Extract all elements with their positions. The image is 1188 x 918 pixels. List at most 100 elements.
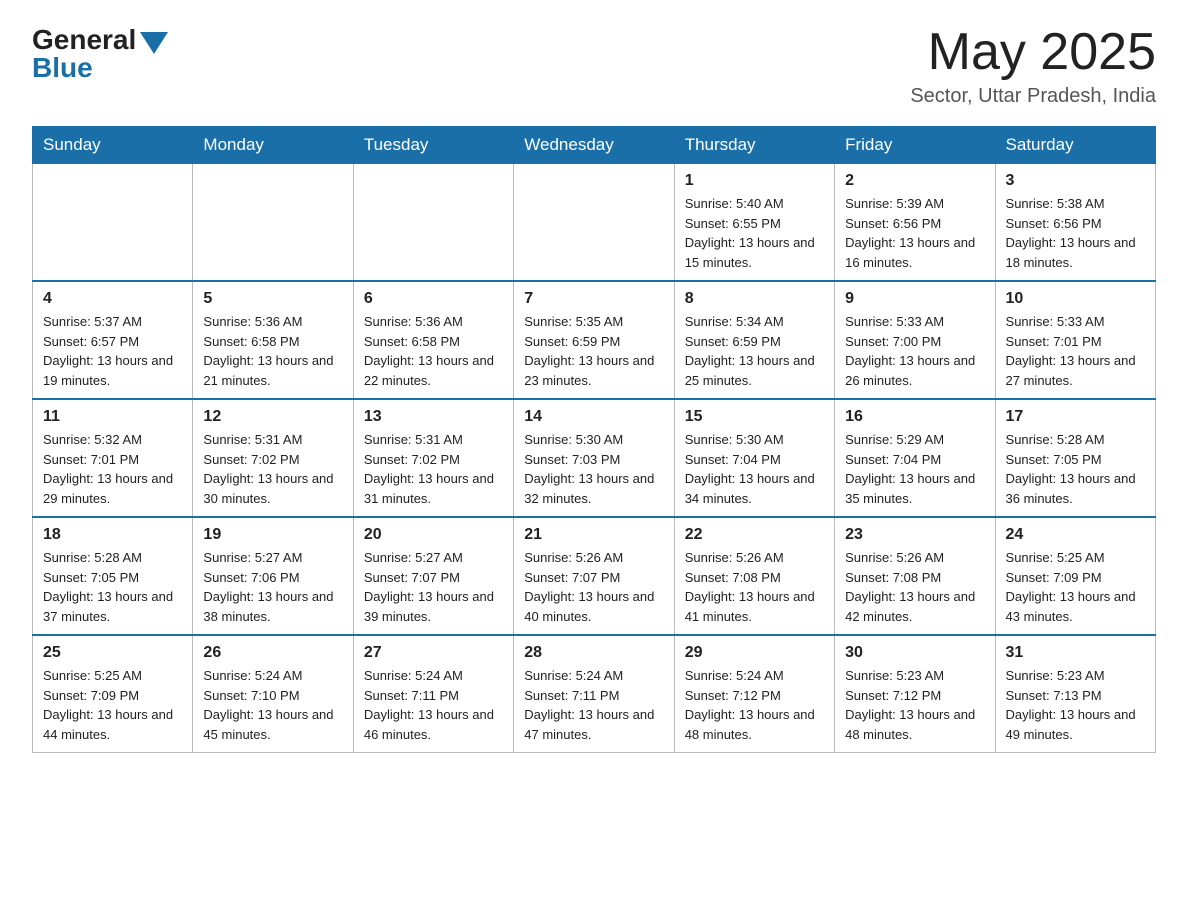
cell-sun-info: Sunrise: 5:26 AMSunset: 7:08 PMDaylight:… — [685, 548, 824, 626]
cell-day-number: 12 — [203, 408, 342, 426]
table-row: 24 Sunrise: 5:25 AMSunset: 7:09 PMDayligh… — [995, 517, 1155, 635]
cell-day-number: 4 — [43, 290, 182, 308]
cell-day-number: 31 — [1006, 644, 1145, 662]
col-tuesday: Tuesday — [353, 127, 513, 164]
table-row: 12Sunrise: 5:31 AMSunset: 7:02 PMDayligh… — [193, 399, 353, 517]
cell-sun-info: Sunrise: 5:37 AMSunset: 6:57 PMDaylight:… — [43, 312, 182, 390]
cell-day-number: 1 — [685, 172, 824, 190]
table-row — [193, 164, 353, 282]
table-row: 15Sunrise: 5:30 AMSunset: 7:04 PMDayligh… — [674, 399, 834, 517]
cell-sun-info: Sunrise: 5:38 AMSunset: 6:56 PMDaylight:… — [1006, 194, 1145, 272]
cell-sun-info: Sunrise: 5:33 AMSunset: 7:01 PMDaylight:… — [1006, 312, 1145, 390]
table-row: 4 Sunrise: 5:37 AMSunset: 6:57 PMDaylight… — [33, 281, 193, 399]
table-row — [33, 164, 193, 282]
table-row: 27 Sunrise: 5:24 AMSunset: 7:11 PMDayligh… — [353, 635, 513, 753]
cell-day-number: 15 — [685, 408, 824, 426]
table-row: 23Sunrise: 5:26 AMSunset: 7:08 PMDayligh… — [835, 517, 995, 635]
cell-sun-info: Sunrise: 5:25 AMSunset: 7:09 PMDaylight:… — [1006, 548, 1145, 626]
table-row: 20 Sunrise: 5:27 AMSunset: 7:07 PMDayligh… — [353, 517, 513, 635]
cell-sun-info: Sunrise: 5:39 AMSunset: 6:56 PMDaylight:… — [845, 194, 984, 272]
col-monday: Monday — [193, 127, 353, 164]
calendar-week-row: 25 Sunrise: 5:25 AMSunset: 7:09 PMDayligh… — [33, 635, 1156, 753]
col-thursday: Thursday — [674, 127, 834, 164]
table-row: 6 Sunrise: 5:36 AMSunset: 6:58 PMDaylight… — [353, 281, 513, 399]
cell-sun-info: Sunrise: 5:36 AMSunset: 6:58 PMDaylight:… — [203, 312, 342, 390]
cell-day-number: 17 — [1006, 408, 1145, 426]
table-row: 14Sunrise: 5:30 AMSunset: 7:03 PMDayligh… — [514, 399, 674, 517]
table-row: 17 Sunrise: 5:28 AMSunset: 7:05 PMDayligh… — [995, 399, 1155, 517]
cell-day-number: 14 — [524, 408, 663, 426]
col-wednesday: Wednesday — [514, 127, 674, 164]
table-row: 22Sunrise: 5:26 AMSunset: 7:08 PMDayligh… — [674, 517, 834, 635]
calendar-week-row: 4 Sunrise: 5:37 AMSunset: 6:57 PMDaylight… — [33, 281, 1156, 399]
cell-day-number: 2 — [845, 172, 984, 190]
cell-sun-info: Sunrise: 5:24 AMSunset: 7:11 PMDaylight:… — [364, 666, 503, 744]
month-year-title: May 2025 — [910, 24, 1156, 81]
cell-day-number: 13 — [364, 408, 503, 426]
calendar-table: Sunday Monday Tuesday Wednesday Thursday… — [32, 126, 1156, 753]
table-row: 16 Sunrise: 5:29 AMSunset: 7:04 PMDayligh… — [835, 399, 995, 517]
table-row: 28 Sunrise: 5:24 AMSunset: 7:11 PMDayligh… — [514, 635, 674, 753]
title-section: May 2025 Sector, Uttar Pradesh, India — [910, 24, 1156, 108]
cell-sun-info: Sunrise: 5:26 AMSunset: 7:07 PMDaylight:… — [524, 548, 663, 626]
page-header: General Blue May 2025 Sector, Uttar Prad… — [32, 24, 1156, 108]
cell-day-number: 9 — [845, 290, 984, 308]
cell-day-number: 7 — [524, 290, 663, 308]
table-row: 26 Sunrise: 5:24 AMSunset: 7:10 PMDayligh… — [193, 635, 353, 753]
cell-sun-info: Sunrise: 5:27 AMSunset: 7:07 PMDaylight:… — [364, 548, 503, 626]
cell-sun-info: Sunrise: 5:29 AMSunset: 7:04 PMDaylight:… — [845, 430, 984, 508]
table-row: 7 Sunrise: 5:35 AMSunset: 6:59 PMDaylight… — [514, 281, 674, 399]
table-row: 11Sunrise: 5:32 AMSunset: 7:01 PMDayligh… — [33, 399, 193, 517]
table-row: 31 Sunrise: 5:23 AMSunset: 7:13 PMDayligh… — [995, 635, 1155, 753]
calendar-header-row: Sunday Monday Tuesday Wednesday Thursday… — [33, 127, 1156, 164]
table-row: 13 Sunrise: 5:31 AMSunset: 7:02 PMDayligh… — [353, 399, 513, 517]
cell-sun-info: Sunrise: 5:25 AMSunset: 7:09 PMDaylight:… — [43, 666, 182, 744]
cell-day-number: 20 — [364, 526, 503, 544]
table-row: 21Sunrise: 5:26 AMSunset: 7:07 PMDayligh… — [514, 517, 674, 635]
cell-day-number: 28 — [524, 644, 663, 662]
cell-sun-info: Sunrise: 5:26 AMSunset: 7:08 PMDaylight:… — [845, 548, 984, 626]
table-row — [353, 164, 513, 282]
table-row: 8 Sunrise: 5:34 AMSunset: 6:59 PMDaylight… — [674, 281, 834, 399]
logo: General Blue — [32, 24, 168, 84]
cell-day-number: 26 — [203, 644, 342, 662]
table-row: 9 Sunrise: 5:33 AMSunset: 7:00 PMDaylight… — [835, 281, 995, 399]
cell-day-number: 16 — [845, 408, 984, 426]
cell-sun-info: Sunrise: 5:31 AMSunset: 7:02 PMDaylight:… — [364, 430, 503, 508]
cell-sun-info: Sunrise: 5:28 AMSunset: 7:05 PMDaylight:… — [1006, 430, 1145, 508]
logo-triangle-icon — [140, 32, 168, 54]
cell-sun-info: Sunrise: 5:24 AMSunset: 7:11 PMDaylight:… — [524, 666, 663, 744]
cell-day-number: 8 — [685, 290, 824, 308]
cell-day-number: 29 — [685, 644, 824, 662]
cell-sun-info: Sunrise: 5:27 AMSunset: 7:06 PMDaylight:… — [203, 548, 342, 626]
table-row: 19Sunrise: 5:27 AMSunset: 7:06 PMDayligh… — [193, 517, 353, 635]
table-row: 25 Sunrise: 5:25 AMSunset: 7:09 PMDayligh… — [33, 635, 193, 753]
col-sunday: Sunday — [33, 127, 193, 164]
table-row: 29 Sunrise: 5:24 AMSunset: 7:12 PMDayligh… — [674, 635, 834, 753]
cell-sun-info: Sunrise: 5:28 AMSunset: 7:05 PMDaylight:… — [43, 548, 182, 626]
cell-sun-info: Sunrise: 5:35 AMSunset: 6:59 PMDaylight:… — [524, 312, 663, 390]
cell-sun-info: Sunrise: 5:24 AMSunset: 7:10 PMDaylight:… — [203, 666, 342, 744]
cell-day-number: 18 — [43, 526, 182, 544]
cell-sun-info: Sunrise: 5:32 AMSunset: 7:01 PMDaylight:… — [43, 430, 182, 508]
cell-day-number: 6 — [364, 290, 503, 308]
cell-day-number: 24 — [1006, 526, 1145, 544]
cell-day-number: 25 — [43, 644, 182, 662]
cell-day-number: 10 — [1006, 290, 1145, 308]
calendar-week-row: 18 Sunrise: 5:28 AMSunset: 7:05 PMDayligh… — [33, 517, 1156, 635]
cell-sun-info: Sunrise: 5:34 AMSunset: 6:59 PMDaylight:… — [685, 312, 824, 390]
table-row: 2 Sunrise: 5:39 AMSunset: 6:56 PMDaylight… — [835, 164, 995, 282]
logo-blue-text: Blue — [32, 52, 93, 84]
calendar-week-row: 1Sunrise: 5:40 AMSunset: 6:55 PMDaylight… — [33, 164, 1156, 282]
location-subtitle: Sector, Uttar Pradesh, India — [910, 85, 1156, 108]
calendar-week-row: 11Sunrise: 5:32 AMSunset: 7:01 PMDayligh… — [33, 399, 1156, 517]
cell-sun-info: Sunrise: 5:36 AMSunset: 6:58 PMDaylight:… — [364, 312, 503, 390]
cell-sun-info: Sunrise: 5:23 AMSunset: 7:12 PMDaylight:… — [845, 666, 984, 744]
table-row: 30Sunrise: 5:23 AMSunset: 7:12 PMDayligh… — [835, 635, 995, 753]
cell-sun-info: Sunrise: 5:33 AMSunset: 7:00 PMDaylight:… — [845, 312, 984, 390]
cell-day-number: 27 — [364, 644, 503, 662]
cell-day-number: 3 — [1006, 172, 1145, 190]
cell-sun-info: Sunrise: 5:23 AMSunset: 7:13 PMDaylight:… — [1006, 666, 1145, 744]
cell-sun-info: Sunrise: 5:24 AMSunset: 7:12 PMDaylight:… — [685, 666, 824, 744]
col-saturday: Saturday — [995, 127, 1155, 164]
